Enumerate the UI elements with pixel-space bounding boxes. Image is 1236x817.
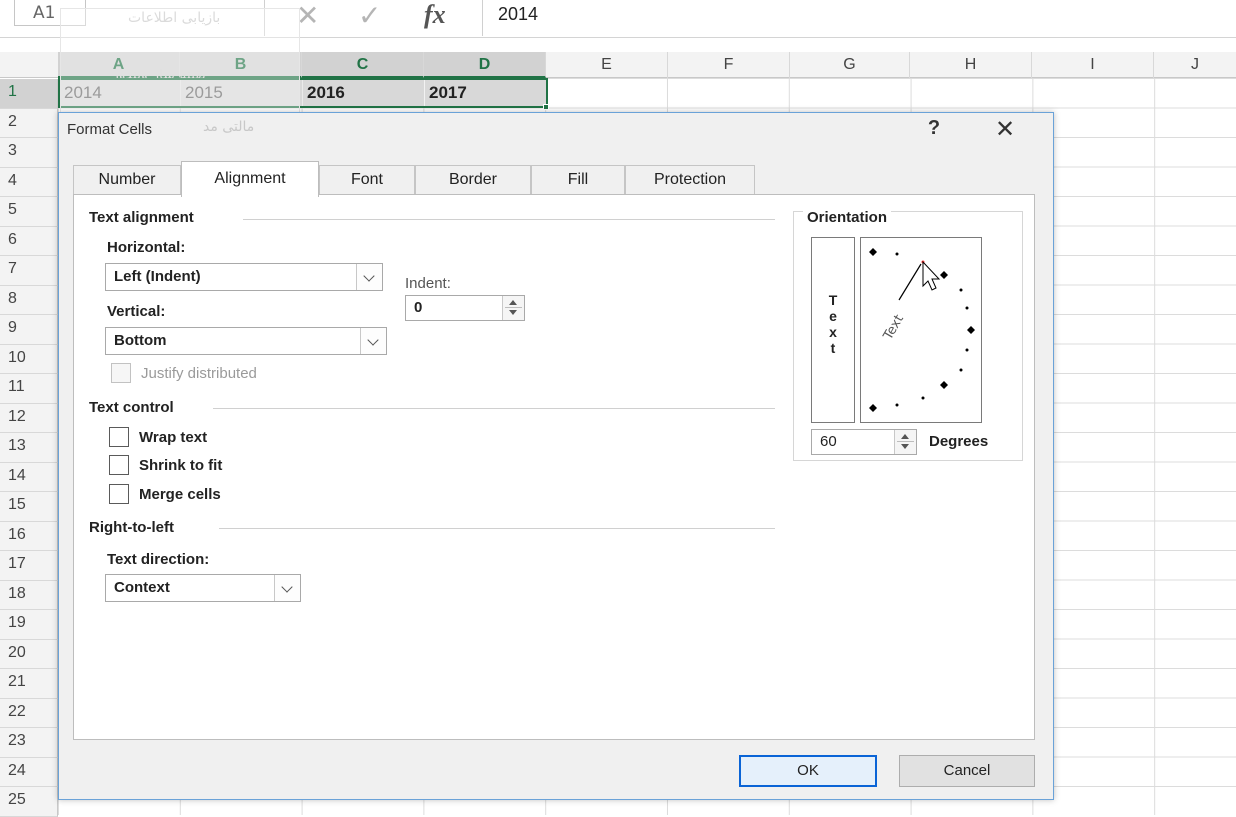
row-header-24[interactable]: 24 [0,757,58,787]
text-direction-label: Text direction: [107,551,210,568]
horizontal-label: Horizontal: [107,239,186,256]
column-header-i[interactable]: I [1032,52,1154,78]
spinner-arrows-icon[interactable] [894,430,916,454]
row-header-6[interactable]: 6 [0,226,58,256]
tab-fill[interactable]: Fill [531,165,625,195]
column-header-d[interactable]: D [424,52,546,78]
column-header-g[interactable]: G [790,52,910,78]
row-header-14[interactable]: 14 [0,462,58,492]
tab-font[interactable]: Font [319,165,415,195]
chevron-down-icon [356,264,382,290]
row-header-1[interactable]: 1 [0,79,58,109]
row-header-15[interactable]: 15 [0,492,58,522]
indent-spinner[interactable]: 0 [405,295,525,321]
column-header-f[interactable]: F [668,52,790,78]
ok-button[interactable]: OK [739,755,877,787]
row-header-5[interactable]: 5 [0,197,58,227]
row-header-13[interactable]: 13 [0,433,58,463]
row-header-18[interactable]: 18 [0,580,58,610]
chevron-down-icon [360,328,386,354]
orientation-dial[interactable]: Text [860,237,982,423]
tab-border[interactable]: Border [415,165,531,195]
tab-number[interactable]: Number [73,165,181,195]
degrees-spinner[interactable]: 60 [811,429,917,455]
column-header-j[interactable]: J [1154,52,1236,78]
horizontal-select[interactable]: Left (Indent) [105,263,383,291]
confirm-entry-icon[interactable]: ✓ [358,2,381,30]
orientation-dial-graphic: Text [869,248,975,412]
vertical-select[interactable]: Bottom [105,327,387,355]
close-button[interactable]: ✕ [987,115,1023,144]
row-header-23[interactable]: 23 [0,728,58,758]
help-button[interactable]: ? [919,117,949,140]
tab-protection[interactable]: Protection [625,165,755,195]
row-header-22[interactable]: 22 [0,698,58,728]
orientation-heading: Orientation [803,209,892,226]
text-control-heading: Text control [89,399,174,416]
vertical-label: Vertical: [107,303,166,320]
wrap-text-label: Wrap text [139,429,208,446]
tab-alignment[interactable]: Alignment [181,161,319,197]
column-header-e[interactable]: E [546,52,668,78]
dial-text-label: Text [880,312,907,343]
row-header-19[interactable]: 19 [0,610,58,640]
insert-function-icon[interactable]: fx [424,0,446,30]
shrink-to-fit-checkbox[interactable] [109,455,129,475]
wrap-text-checkbox[interactable] [109,427,129,447]
degrees-label: Degrees [929,433,989,450]
row-header-8[interactable]: 8 [0,285,58,315]
right-to-left-heading: Right-to-left [89,519,174,536]
row-header-4[interactable]: 4 [0,167,58,197]
row-header-9[interactable]: 9 [0,315,58,345]
column-header-h[interactable]: H [910,52,1032,78]
row-header-3[interactable]: 3 [0,138,58,168]
row-header-7[interactable]: 7 [0,256,58,286]
text-direction-select[interactable]: Context [105,574,301,602]
chevron-down-icon [274,575,300,601]
mouse-cursor-icon [922,260,941,291]
row-header-21[interactable]: 21 [0,669,58,699]
dialog-title: Format Cells [67,121,153,138]
justify-distributed-label: Justify distributed [141,365,257,382]
formula-input[interactable]: 2014 [498,4,538,25]
merge-cells-label: Merge cells [139,486,221,503]
row-header-12[interactable]: 12 [0,403,58,433]
format-cells-dialog: Format Cells مالتی مد ? ✕ Number Alignme… [58,112,1054,800]
row-header-20[interactable]: 20 [0,639,58,669]
spinner-arrows-icon[interactable] [502,296,524,320]
text-alignment-heading: Text alignment [89,209,194,226]
row-header-10[interactable]: 10 [0,344,58,374]
row-header-2[interactable]: 2 [0,108,58,138]
row-header-11[interactable]: 11 [0,374,58,404]
shrink-to-fit-label: Shrink to fit [139,457,223,474]
cancel-button[interactable]: Cancel [899,755,1035,787]
vertical-text-toggle[interactable]: T e x t [811,237,855,423]
column-header-c[interactable]: C [302,52,424,78]
ghost-financial-text: مالتی مد [203,119,255,135]
justify-distributed-checkbox[interactable] [111,363,131,383]
row-header-25[interactable]: 25 [0,787,58,817]
indent-label: Indent: [405,275,451,292]
row-header-16[interactable]: 16 [0,521,58,551]
merge-cells-checkbox[interactable] [109,484,129,504]
fill-handle[interactable] [543,104,549,110]
row-header-17[interactable]: 17 [0,551,58,581]
